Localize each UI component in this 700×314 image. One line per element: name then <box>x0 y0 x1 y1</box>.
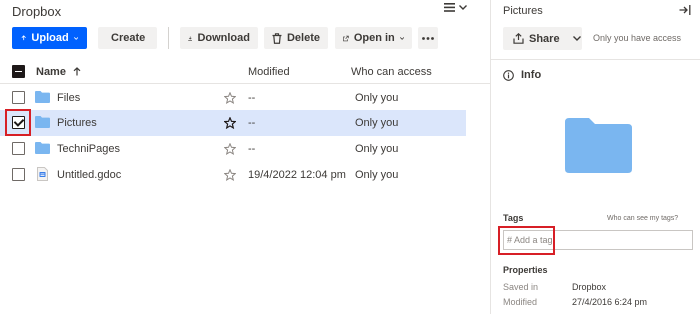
access-value: Only you <box>355 92 399 104</box>
delete-label: Delete <box>286 32 320 44</box>
sort-ascending-icon <box>73 67 81 76</box>
modified-key: Modified <box>503 297 538 307</box>
open-in-label: Open in <box>353 32 395 44</box>
upload-arrow-icon <box>21 35 26 41</box>
modified-value: 19/4/2022 12:04 pm <box>248 169 346 181</box>
chevron-down-icon <box>459 5 467 10</box>
access-column-header[interactable]: Who can access <box>351 66 432 78</box>
modified-column-header[interactable]: Modified <box>248 66 290 78</box>
info-section-header: Info <box>503 69 541 81</box>
row-checkbox[interactable] <box>12 142 25 155</box>
checkbox-highlight-box <box>5 109 31 136</box>
name-column-header[interactable]: Name <box>36 66 81 78</box>
chevron-down-icon <box>399 36 404 40</box>
folder-preview-icon <box>565 118 632 173</box>
file-row-untitled-gdoc[interactable]: Untitled.gdoc 19/4/2022 12:04 pm Only yo… <box>0 162 466 188</box>
collapse-panel-icon[interactable] <box>679 4 691 16</box>
modified-value: 27/4/2016 6:24 pm <box>572 297 648 307</box>
access-value: Only you <box>355 143 399 155</box>
download-label: Download <box>197 32 250 44</box>
gdoc-file-icon <box>37 167 48 181</box>
create-label: Create <box>111 32 146 44</box>
folder-icon <box>35 116 50 128</box>
star-icon[interactable] <box>224 143 236 155</box>
star-icon[interactable] <box>224 169 236 181</box>
share-label: Share <box>529 32 560 45</box>
modified-value: -- <box>248 143 256 155</box>
star-icon[interactable] <box>224 117 236 129</box>
access-value: Only you <box>355 169 399 181</box>
app-title: Dropbox <box>12 4 62 19</box>
toolbar: Upload Create Download Delete Open in <box>12 27 438 49</box>
view-toggle[interactable] <box>444 3 467 12</box>
saved-in-value: Dropbox <box>572 282 607 292</box>
create-button[interactable]: Create <box>98 27 157 49</box>
file-name[interactable]: Pictures <box>57 117 97 129</box>
trash-icon <box>272 32 282 44</box>
info-icon <box>503 69 514 81</box>
open-in-button[interactable]: Open in <box>335 27 412 49</box>
file-name[interactable]: Untitled.gdoc <box>57 169 121 181</box>
modified-value: -- <box>248 92 256 104</box>
toolbar-divider <box>168 27 169 49</box>
upload-button[interactable]: Upload <box>12 27 87 49</box>
row-checkbox[interactable] <box>12 168 25 181</box>
delete-button[interactable]: Delete <box>264 27 328 49</box>
share-button[interactable]: Share <box>503 27 582 50</box>
modified-value: -- <box>248 117 256 129</box>
file-row-technipages[interactable]: TechniPages -- Only you <box>0 136 466 162</box>
file-row-files[interactable]: Files -- Only you <box>0 85 466 111</box>
file-row-pictures[interactable]: Pictures -- Only you <box>0 110 466 136</box>
details-panel: Pictures Share Only you have access Info… <box>490 0 700 314</box>
panel-divider <box>491 59 700 60</box>
row-checkbox[interactable] <box>12 91 25 104</box>
upload-label: Upload <box>31 32 69 44</box>
file-browser: Dropbox Upload Create Download Delete Op… <box>0 0 490 314</box>
chevron-down-icon <box>73 36 78 40</box>
chevron-down-icon <box>572 36 581 41</box>
tags-visibility-link[interactable]: Who can see my tags? <box>607 215 678 222</box>
file-name[interactable]: Files <box>57 92 80 104</box>
properties-label: Properties <box>503 265 548 275</box>
tag-input-highlight-box <box>498 226 555 255</box>
more-actions-button[interactable] <box>418 27 438 49</box>
access-value: Only you <box>355 117 399 129</box>
file-name[interactable]: TechniPages <box>57 143 120 155</box>
download-icon <box>188 35 193 41</box>
file-list-header: Name Modified Who can access <box>0 60 490 84</box>
list-view-icon <box>444 3 455 12</box>
saved-in-key: Saved in <box>503 282 539 292</box>
more-horizontal-icon <box>422 36 434 40</box>
info-label: Info <box>521 69 542 81</box>
select-all-checkbox[interactable] <box>12 65 25 78</box>
share-icon <box>513 33 524 44</box>
open-external-icon <box>343 35 349 41</box>
folder-icon <box>35 142 50 154</box>
tags-label: Tags <box>503 213 524 223</box>
folder-icon <box>35 91 50 103</box>
star-icon[interactable] <box>224 92 236 104</box>
access-note: Only you have access <box>593 33 682 43</box>
name-column-label: Name <box>36 66 66 78</box>
download-button[interactable]: Download <box>180 27 258 49</box>
panel-title: Pictures <box>503 5 543 17</box>
